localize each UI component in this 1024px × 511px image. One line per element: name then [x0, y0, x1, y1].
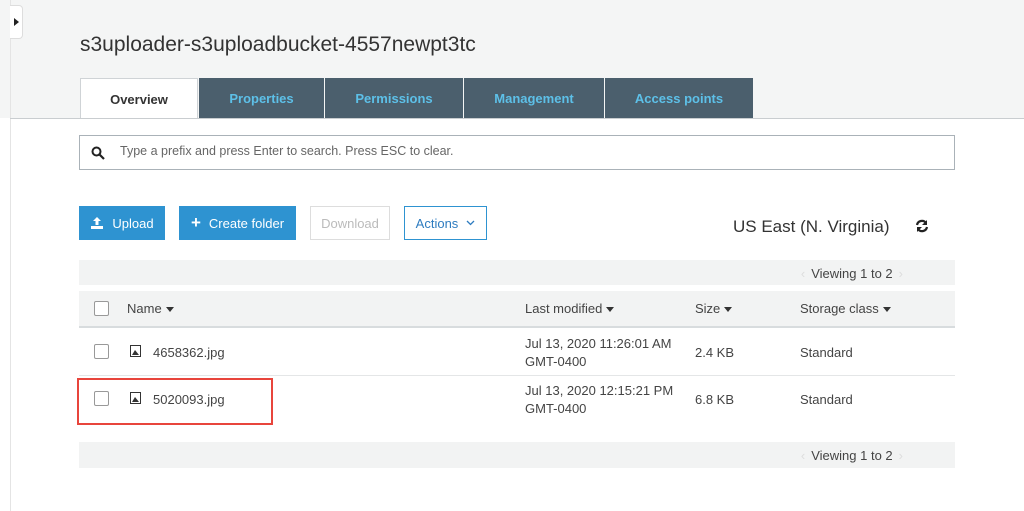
tab-access-points[interactable]: Access points [605, 78, 753, 118]
create-folder-button[interactable]: + Create folder [179, 206, 296, 240]
prev-page-icon[interactable]: ‹ [801, 266, 805, 281]
sort-caret-icon [165, 307, 174, 313]
last-modified-tz: GMT-0400 [525, 354, 587, 369]
table-header: Name Last modified Size Storage class [79, 291, 955, 328]
last-modified-tz: GMT-0400 [525, 401, 587, 416]
row-checkbox[interactable] [94, 344, 109, 359]
create-folder-label: Create folder [208, 215, 285, 231]
download-button[interactable]: Download [310, 206, 390, 240]
search-input[interactable] [120, 144, 920, 158]
prev-page-icon[interactable]: ‹ [801, 448, 805, 463]
upload-label: Upload [112, 215, 154, 231]
sidebar-toggle-button[interactable] [10, 5, 23, 39]
column-last-modified-label: Last modified [525, 301, 603, 316]
search-box[interactable] [79, 135, 955, 170]
sort-caret-icon [724, 307, 733, 313]
column-storage-class-label: Storage class [800, 301, 879, 316]
file-size: 2.4 KB [695, 345, 735, 360]
select-all-checkbox[interactable] [94, 301, 109, 316]
table-row[interactable]: 4658362.jpg Jul 13, 2020 11:26:01 AM GMT… [79, 329, 955, 376]
viewing-text: Viewing 1 to 2 [811, 266, 893, 281]
viewing-text: Viewing 1 to 2 [811, 448, 893, 463]
column-size[interactable]: Size [695, 301, 733, 316]
tab-management[interactable]: Management [464, 78, 604, 118]
plus-icon: + [190, 213, 201, 232]
last-modified: Jul 13, 2020 11:26:01 AM [525, 336, 672, 351]
region-label: US East (N. Virginia) [733, 217, 890, 236]
actions-dropdown[interactable]: Actions [404, 206, 487, 240]
actions-label: Actions [415, 215, 459, 231]
storage-class: Standard [800, 345, 853, 360]
storage-class: Standard [800, 392, 853, 407]
column-name[interactable]: Name [127, 301, 174, 316]
file-size: 6.8 KB [695, 392, 735, 407]
sort-caret-icon [882, 307, 891, 313]
sidebar-edge [10, 0, 11, 511]
tab-permissions[interactable]: Permissions [325, 78, 463, 118]
tab-overview[interactable]: Overview [80, 78, 198, 119]
pagination-bottom: ‹ Viewing 1 to 2 › [79, 442, 955, 468]
column-name-label: Name [127, 301, 162, 316]
sort-caret-icon [606, 307, 615, 313]
file-name-link[interactable]: 4658362.jpg [153, 345, 225, 360]
page-title: s3uploader-s3uploadbucket-4557newpt3tc [80, 33, 476, 56]
column-last-modified[interactable]: Last modified [525, 301, 615, 316]
upload-button[interactable]: Upload [79, 206, 165, 240]
column-size-label: Size [695, 301, 721, 316]
image-file-icon [130, 345, 141, 357]
column-storage-class[interactable]: Storage class [800, 301, 891, 316]
chevron-down-icon [466, 220, 475, 226]
search-icon [91, 146, 105, 160]
pagination-top: ‹ Viewing 1 to 2 › [79, 260, 955, 285]
refresh-icon[interactable] [914, 218, 930, 234]
upload-icon [91, 216, 104, 229]
tab-properties[interactable]: Properties [199, 78, 324, 118]
last-modified: Jul 13, 2020 12:15:21 PM [525, 383, 674, 398]
next-page-icon[interactable]: › [899, 448, 903, 463]
next-page-icon[interactable]: › [899, 266, 903, 281]
tab-divider [10, 118, 1024, 119]
highlight-annotation [77, 378, 273, 425]
